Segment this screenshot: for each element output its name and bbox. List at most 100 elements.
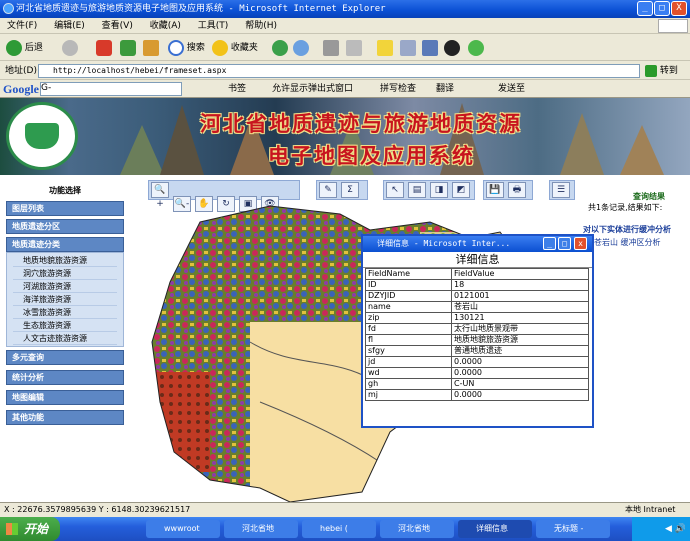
search-button[interactable]: 搜索 <box>168 39 205 57</box>
close-button[interactable]: X <box>671 1 687 16</box>
panel-other[interactable]: 其他功能 <box>6 410 124 425</box>
forward-button[interactable] <box>62 39 78 57</box>
detail-table: FieldName FieldValue ID 18 DZYJID 0121001 name… <box>365 268 589 401</box>
category-item[interactable]: 河湖旅游资源 <box>13 280 117 293</box>
sum-icon[interactable]: Σ <box>341 182 359 198</box>
address-label: 地址(D) <box>5 66 37 76</box>
favorites-button[interactable]: 收藏夹 <box>212 39 258 57</box>
address-input[interactable]: http://localhost/hebei/frameset.aspx <box>38 64 640 78</box>
menu-help[interactable]: 帮助(H) <box>238 18 284 34</box>
messenger-icon <box>422 39 438 56</box>
google-search-input[interactable]: G- <box>40 82 182 96</box>
spell-check-button[interactable]: 拼写检查 <box>380 81 416 98</box>
history-button[interactable] <box>272 39 288 57</box>
windows-taskbar: 开始 wwwroot 河北省地 hebei ( 河北省地 详细信息 无标题 - … <box>0 517 690 541</box>
print-map-icon[interactable]: 🖶 <box>508 182 526 198</box>
select-polygon-icon[interactable]: ◩ <box>452 182 470 198</box>
panel-statistics[interactable]: 统计分析 <box>6 370 124 385</box>
query-result-summary: 共1条记录,结果如下: <box>588 203 663 212</box>
category-item[interactable]: 人文古迹旅游资源 <box>13 332 117 345</box>
detail-row: fl 地质地貌旅游资源 <box>365 334 589 346</box>
category-item[interactable]: 生态旅游资源 <box>13 319 117 332</box>
msn-button[interactable] <box>468 39 484 57</box>
survey-logo <box>6 102 78 170</box>
map-toolgroup-navigation: 🔍+ 🔍- ✋ ↻ ▣ 👁 <box>148 180 300 212</box>
buffer-analysis-link[interactable]: 苍岩山 缓冲区分析 <box>594 237 661 248</box>
panel-layer-list[interactable]: 图层列表 <box>6 201 124 216</box>
banner-mountain <box>160 105 204 175</box>
minimize-button[interactable]: _ <box>637 1 653 16</box>
task-button[interactable]: 无标题 - <box>536 520 610 538</box>
menu-favorites[interactable]: 收藏(A) <box>143 18 188 34</box>
research-button[interactable] <box>400 39 416 57</box>
panel-map-edit[interactable]: 地图编辑 <box>6 390 124 405</box>
stop-button[interactable] <box>96 39 112 57</box>
translate-button[interactable]: 翻译 <box>436 81 454 98</box>
discuss-button[interactable] <box>377 39 393 57</box>
popup-minimize-button[interactable]: _ <box>543 237 556 250</box>
task-button[interactable]: 河北省地 <box>224 520 298 538</box>
discuss-icon <box>377 39 393 56</box>
print-button[interactable] <box>323 39 339 57</box>
identify-icon[interactable]: ▤ <box>408 182 426 198</box>
task-button[interactable]: wwwroot <box>146 520 220 538</box>
measure-pencil-icon[interactable]: ✎ <box>319 182 337 198</box>
maximize-button[interactable]: □ <box>654 1 670 16</box>
messenger-button[interactable] <box>422 39 438 57</box>
edit-button[interactable] <box>346 39 362 57</box>
menu-edit[interactable]: 编辑(E) <box>47 18 92 34</box>
google-bookmarks-button[interactable]: 书签 <box>228 81 246 98</box>
layers-icon[interactable]: ☰ <box>552 182 570 198</box>
panel-multi-query[interactable]: 多元查询 <box>6 350 124 365</box>
security-zone: 本地 Intranet <box>625 505 676 514</box>
popup-titlebar[interactable]: 详细信息 - Microsoft Inter... _ □ x <box>363 236 592 252</box>
window-titlebar[interactable]: 河北省地质遗迹与旅游地质资源电子地图及应用系统 - Microsoft Inte… <box>0 0 690 18</box>
mail-button[interactable] <box>293 39 309 57</box>
address-bar: 地址(D) http://localhost/hebei/frameset.as… <box>0 62 690 80</box>
home-button[interactable] <box>143 39 159 57</box>
field-value-cell: C-UN <box>451 378 589 390</box>
field-value-cell: 苍岩山 <box>451 301 589 313</box>
refresh-icon <box>120 39 136 56</box>
panel-geo-category[interactable]: 地质遗迹分类 <box>6 237 124 252</box>
map-toolgroup-select: ↖ ▤ ◨ ◩ <box>383 180 475 200</box>
category-item[interactable]: 洞穴旅游资源 <box>13 267 117 280</box>
start-button[interactable]: 开始 <box>0 517 60 541</box>
field-value-cell: 18 <box>451 279 589 291</box>
save-icon[interactable]: 💾 <box>486 182 504 198</box>
field-value-cell: 普通地质遗迹 <box>451 345 589 357</box>
task-button[interactable]: 详细信息 <box>458 520 532 538</box>
windows-flag-icon <box>658 19 688 33</box>
category-item[interactable]: 海洋旅游资源 <box>13 293 117 306</box>
qq-button[interactable] <box>444 39 460 57</box>
menu-file[interactable]: 文件(F) <box>0 18 44 34</box>
refresh-button[interactable] <box>120 39 136 57</box>
popup-maximize-button[interactable]: □ <box>558 237 571 250</box>
send-to-button[interactable]: 发送至 <box>498 81 525 98</box>
menu-view[interactable]: 查看(V) <box>95 18 140 34</box>
category-item[interactable]: 冰雪旅游资源 <box>13 306 117 319</box>
status-bar: X : 22676.3579895639 Y : 6148.3023962151… <box>0 502 690 517</box>
print-icon <box>323 39 339 56</box>
google-logo[interactable]: Google <box>3 82 39 97</box>
back-button[interactable]: 后退 <box>6 39 43 57</box>
go-button[interactable]: 转到 <box>645 64 687 78</box>
field-value-cell: 130121 <box>451 312 589 324</box>
select-arrow-icon[interactable]: ↖ <box>386 182 404 198</box>
detail-popup-window[interactable]: 详细信息 - Microsoft Inter... _ □ x 详细信息 Fie… <box>361 234 594 428</box>
category-item[interactable]: 地质地貌旅游资源 <box>13 254 117 267</box>
panel-geo-zone[interactable]: 地质遗迹分区 <box>6 219 124 234</box>
popup-allowed-button[interactable]: 允许显示弹出式窗口 <box>272 81 353 98</box>
menu-tools[interactable]: 工具(T) <box>191 18 236 34</box>
zoom-in-icon[interactable]: 🔍+ <box>151 182 169 209</box>
task-button[interactable]: 河北省地 <box>380 520 454 538</box>
popup-close-button[interactable]: x <box>574 237 587 250</box>
star-icon <box>212 39 228 56</box>
coordinate-readout: X : 22676.3579895639 Y : 6148.3023962151… <box>4 505 191 514</box>
select-rect-icon[interactable]: ◨ <box>430 182 448 198</box>
browser-toolbar: 后退 搜索 收藏夹 <box>0 35 690 61</box>
task-button[interactable]: hebei ( <box>302 520 376 538</box>
window-title: 河北省地质遗迹与旅游地质资源电子地图及应用系统 - Microsoft Inte… <box>16 4 386 14</box>
edit-icon <box>346 39 362 56</box>
field-name-cell: ID <box>365 279 452 291</box>
